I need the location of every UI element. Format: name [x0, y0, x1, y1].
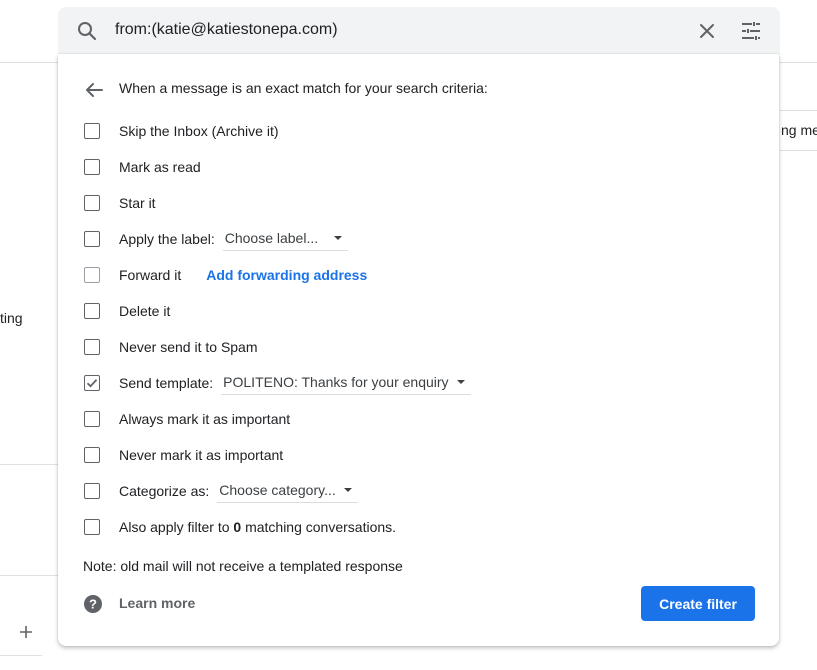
also-apply-prefix: Also apply filter to	[119, 519, 234, 535]
arrow-back-icon[interactable]	[82, 78, 106, 102]
option-skip-inbox: Skip the Inbox (Archive it)	[84, 119, 279, 143]
star-checkbox[interactable]	[84, 195, 100, 211]
option-forward: Forward it Add forwarding address	[84, 263, 367, 287]
help-icon[interactable]: ?	[83, 594, 103, 614]
delete-label: Delete it	[119, 303, 171, 319]
tune-icon[interactable]	[739, 19, 763, 43]
label-dropdown[interactable]: Choose label...	[222, 228, 349, 251]
also-apply-checkbox[interactable]	[84, 519, 100, 535]
apply-label-label: Apply the label:	[119, 231, 215, 247]
option-star: Star it	[84, 191, 156, 215]
template-dropdown[interactable]: POLITENO: Thanks for your enquiry	[221, 372, 471, 395]
also-apply-suffix: matching conversations.	[241, 519, 397, 535]
option-mark-read: Mark as read	[84, 155, 201, 179]
categorize-label: Categorize as:	[119, 483, 210, 499]
category-dropdown[interactable]: Choose category...	[217, 480, 358, 503]
also-apply-label: Also apply filter to 0 matching conversa…	[119, 519, 396, 535]
close-icon[interactable]	[695, 19, 719, 43]
never-spam-checkbox[interactable]	[84, 339, 100, 355]
background-divider	[0, 62, 58, 63]
filter-options-panel: When a message is an exact match for you…	[58, 54, 779, 646]
forward-label: Forward it	[119, 267, 182, 283]
skip-inbox-label: Skip the Inbox (Archive it)	[119, 123, 279, 139]
option-send-template: Send template: POLITENO: Thanks for your…	[84, 371, 471, 395]
dropdown-caret-icon	[343, 487, 352, 492]
option-never-important: Never mark it as important	[84, 443, 283, 467]
templated-response-note: Note: old mail will not receive a templa…	[83, 558, 403, 574]
mark-read-checkbox[interactable]	[84, 159, 100, 175]
option-apply-label: Apply the label: Choose label...	[84, 227, 349, 251]
categorize-checkbox[interactable]	[84, 483, 100, 499]
learn-more-link[interactable]: Learn more	[119, 595, 195, 611]
create-filter-button[interactable]: Create filter	[641, 586, 755, 621]
search-bar: from:(katie@katiestonepa.com)	[58, 7, 780, 55]
option-always-important: Always mark it as important	[84, 407, 290, 431]
svg-text:?: ?	[89, 597, 97, 612]
always-important-checkbox[interactable]	[84, 411, 100, 427]
send-template-checkbox[interactable]	[84, 375, 100, 391]
background-divider	[780, 62, 817, 63]
checkmark-icon	[86, 379, 98, 388]
background-divider	[0, 575, 58, 576]
dropdown-caret-icon	[456, 379, 465, 384]
search-input[interactable]: from:(katie@katiestonepa.com)	[115, 21, 338, 39]
forward-checkbox[interactable]	[84, 267, 100, 283]
never-important-label: Never mark it as important	[119, 447, 284, 463]
skip-inbox-checkbox[interactable]	[84, 123, 100, 139]
never-important-checkbox[interactable]	[84, 447, 100, 463]
option-also-apply: Also apply filter to 0 matching conversa…	[84, 515, 396, 539]
background-divider	[780, 150, 817, 151]
label-dropdown-value: Choose label...	[224, 229, 319, 246]
search-icon[interactable]	[75, 19, 99, 43]
add-forwarding-address-link[interactable]: Add forwarding address	[206, 267, 367, 283]
never-spam-label: Never send it to Spam	[119, 339, 258, 355]
background-divider	[780, 110, 817, 111]
send-template-label: Send template:	[119, 375, 214, 391]
dropdown-caret-icon	[334, 235, 343, 240]
category-dropdown-value: Choose category...	[219, 481, 336, 498]
delete-checkbox[interactable]	[84, 303, 100, 319]
template-dropdown-value: POLITENO: Thanks for your enquiry	[223, 373, 449, 390]
background-divider	[0, 655, 42, 656]
star-label: Star it	[119, 195, 156, 211]
option-never-spam: Never send it to Spam	[84, 335, 258, 359]
background-text-left: ting	[0, 310, 23, 326]
always-important-label: Always mark it as important	[119, 411, 291, 427]
option-categorize: Categorize as: Choose category...	[84, 479, 358, 503]
mark-read-label: Mark as read	[119, 159, 201, 175]
background-text-right: ng me	[781, 122, 817, 138]
option-delete: Delete it	[84, 299, 170, 323]
plus-icon[interactable]	[14, 620, 38, 644]
background-divider	[0, 464, 58, 465]
filter-heading: When a message is an exact match for you…	[119, 80, 488, 96]
apply-label-checkbox[interactable]	[84, 231, 100, 247]
